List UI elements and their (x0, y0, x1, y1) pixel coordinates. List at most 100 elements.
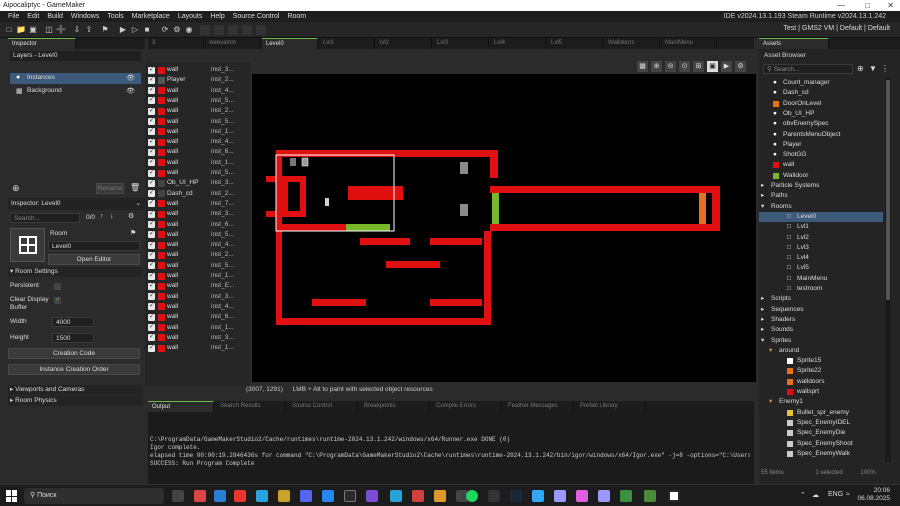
tab-assets[interactable]: Assets (759, 38, 829, 49)
language-indicator[interactable]: ENG (828, 491, 843, 498)
asset-item[interactable]: □ testroom (759, 284, 883, 294)
list-item[interactable]: ✓ wall inst_3... (145, 65, 248, 75)
asset-item[interactable]: ▸ Paths (759, 191, 883, 201)
open-icon[interactable]: 📁 (16, 25, 26, 35)
asset-item[interactable]: ● obvEnemySpec (759, 119, 883, 129)
arrow-up-icon[interactable]: ↑ (100, 213, 104, 220)
asset-item[interactable]: ▸ Sounds (759, 325, 883, 335)
asset-item[interactable]: □ MainMenu (759, 274, 883, 284)
list-item[interactable]: ✓ Ob_UI_HP inst_3... (145, 178, 248, 188)
open-editor-button[interactable]: Open Editor (48, 254, 140, 265)
visibility-checkbox[interactable]: ✓ (148, 344, 155, 352)
telegram-icon[interactable] (256, 490, 268, 502)
tab-output-feather-messages[interactable]: Feather Messages (504, 401, 574, 412)
after-effects-icon[interactable] (598, 490, 610, 502)
list-item[interactable]: ✓ wall inst_4... (145, 302, 248, 312)
visibility-checkbox[interactable]: ✓ (148, 66, 155, 74)
visibility-checkbox[interactable]: ✓ (148, 262, 155, 270)
zoom-reset-icon[interactable]: ⊙ (679, 61, 690, 72)
list-item[interactable]: ✓ wall inst_1... (145, 127, 248, 137)
visibility-checkbox[interactable]: ✓ (148, 221, 155, 228)
arrow-down-icon[interactable]: ↓ (110, 213, 114, 220)
asset-item[interactable]: Walldoor (759, 171, 883, 181)
menu-item-tools[interactable]: Tools (107, 13, 123, 20)
asset-item[interactable]: walldoors (759, 377, 883, 387)
layer-instances[interactable]: ● Instances 👁 (10, 73, 141, 84)
list-item[interactable]: ✓ wall inst_5... (145, 261, 248, 271)
vscode-icon[interactable] (390, 490, 402, 502)
menu-item-windows[interactable]: Windows (71, 13, 99, 20)
menu-item-room[interactable]: Room (287, 13, 306, 20)
asset-item[interactable]: □ Lvl4 (759, 253, 883, 263)
width-field[interactable]: 4000 (52, 317, 94, 327)
instance-order-button[interactable]: Instance Creation Order (8, 364, 140, 375)
list-item[interactable]: ✓ wall inst_4... (145, 240, 248, 250)
eye-icon[interactable]: 👁 (126, 74, 135, 82)
asset-item[interactable]: Sprite22 (759, 366, 883, 376)
visibility-checkbox[interactable]: ✓ (148, 231, 155, 239)
steam-icon[interactable] (510, 490, 522, 502)
asset-item[interactable]: Spec_EnemyShoot (759, 439, 883, 449)
tag-icon[interactable]: ⚑ (130, 229, 136, 237)
list-item[interactable]: ✓ wall inst_4... (145, 137, 248, 147)
list-item[interactable]: ✓ wall inst_1... (145, 271, 248, 281)
settings-icon[interactable]: ⚙ (128, 212, 134, 220)
add-layer-icon[interactable]: ⊕ (12, 183, 20, 194)
list-item[interactable]: ✓ Dash_cd inst_2... (145, 189, 248, 199)
tab-room-3[interactable]: 3 (148, 38, 204, 49)
list-item[interactable]: ✓ wall inst_5... (145, 96, 248, 106)
photoshop-icon[interactable] (532, 490, 544, 502)
view-icon[interactable]: ▣ (707, 61, 718, 72)
visibility-checkbox[interactable]: ✓ (148, 169, 155, 177)
asset-item[interactable]: ▸ Particle Systems (759, 181, 883, 191)
browser-icon[interactable] (234, 490, 246, 502)
asset-item[interactable]: ▸ Scripts (759, 294, 883, 304)
visibility-checkbox[interactable]: ✓ (148, 159, 155, 167)
list-item[interactable]: ✓ wall inst_6... (145, 220, 248, 230)
maximize-icon[interactable]: □ (865, 0, 870, 11)
app-icon[interactable] (620, 490, 632, 502)
visibility-checkbox[interactable]: ✓ (148, 118, 155, 125)
asset-item[interactable]: ▸ Sequences (759, 305, 883, 315)
export-icon[interactable]: ⇧ (84, 25, 94, 35)
visibility-checkbox[interactable]: ✓ (148, 282, 155, 290)
list-item[interactable]: ✓ wall inst_5... (145, 117, 248, 127)
wifi-icon[interactable]: ≈ (846, 491, 850, 498)
app-icon[interactable] (366, 490, 378, 502)
package-icon[interactable]: ◫ (44, 25, 54, 35)
play-icon[interactable]: ▶ (118, 25, 128, 35)
app-icon[interactable] (412, 490, 424, 502)
room-settings-icon[interactable]: ⚙ (735, 61, 746, 72)
tab-room-mainmenu[interactable]: MainMenu (661, 38, 717, 49)
tab-room-lvl4[interactable]: Lvl4 (490, 38, 546, 49)
visibility-checkbox[interactable]: ✓ (148, 138, 155, 146)
asset-item[interactable]: Sprite15 (759, 356, 883, 366)
asset-item[interactable]: ● Ob_UI_HP (759, 109, 883, 119)
list-item[interactable]: ✓ wall inst_1... (145, 323, 248, 333)
asset-item[interactable]: □ Lvl1 (759, 222, 883, 232)
asset-item[interactable]: Spec_EnemyDie (759, 428, 883, 438)
list-item[interactable]: ✓ wall inst_4... (145, 86, 248, 96)
visibility-checkbox[interactable]: ✓ (148, 200, 155, 208)
asset-item[interactable]: ● ParentsMenuObject (759, 130, 883, 140)
vk-icon[interactable] (322, 490, 334, 502)
visibility-checkbox[interactable]: ✓ (148, 303, 155, 311)
menu-item-marketplace[interactable]: Marketplace (132, 13, 170, 20)
delete-layer-icon[interactable]: 🗑 (130, 183, 140, 192)
visibility-checkbox[interactable]: ✓ (148, 241, 155, 249)
tab-room-weevamm[interactable]: weevamm (205, 38, 261, 49)
asset-item[interactable]: □ Level0 (759, 211, 883, 222)
app-icon[interactable] (214, 490, 226, 502)
tab-output-breakpoints[interactable]: Breakpoints (360, 401, 430, 412)
list-item[interactable]: ✓ wall inst_7... (145, 199, 248, 209)
list-item[interactable]: ✓ wall inst_3... (145, 292, 248, 302)
asset-item[interactable]: ● Dash_cd (759, 88, 883, 98)
zoom-in-icon[interactable]: ⊕ (651, 61, 662, 72)
visibility-checkbox[interactable]: ✓ (148, 107, 155, 115)
visibility-checkbox[interactable]: ✓ (148, 148, 155, 156)
asset-item[interactable]: Spec_EnemyWalk (759, 449, 883, 459)
physics-section[interactable]: ▸ Room Physics (8, 396, 143, 406)
filter-icon[interactable]: ▼ (869, 64, 877, 73)
premiere-icon[interactable] (554, 490, 566, 502)
room-canvas[interactable] (252, 74, 756, 382)
